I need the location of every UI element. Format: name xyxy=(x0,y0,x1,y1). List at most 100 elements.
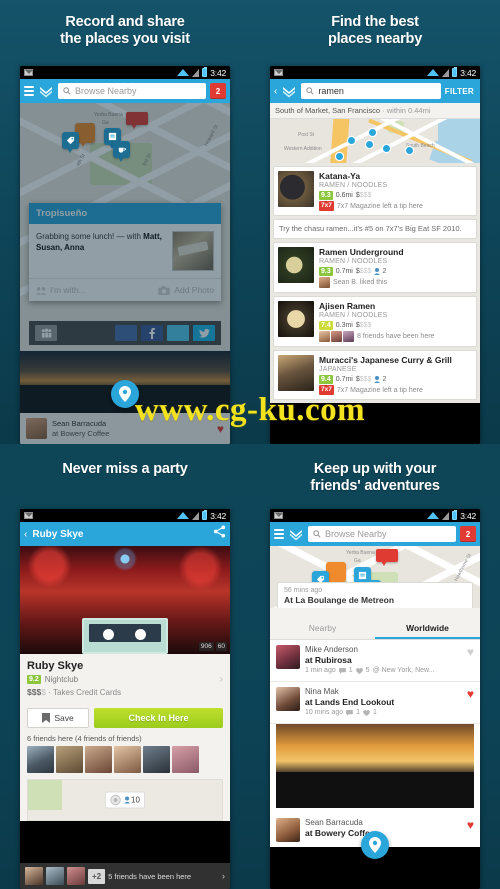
filter-button[interactable]: FILTER xyxy=(445,87,476,96)
result-dot[interactable] xyxy=(348,137,355,144)
search-icon xyxy=(313,530,321,538)
search-input[interactable]: Browse Nearby xyxy=(58,83,206,99)
venue-minimap[interactable]: 16 St Post St Union S 10 xyxy=(27,779,223,821)
back-icon[interactable]: ‹ xyxy=(24,529,27,540)
foursquare-logo[interactable] xyxy=(281,83,297,99)
map-view[interactable]: Yerba Buena Ga 4th St 3rd St Howard St T… xyxy=(20,103,230,444)
feed-venue: at Lands End Lookout xyxy=(305,697,395,707)
avatar xyxy=(56,746,83,773)
share-icon[interactable] xyxy=(213,525,226,543)
twitter-share-button[interactable] xyxy=(193,325,215,341)
checkin-fab[interactable] xyxy=(111,380,139,408)
search-input[interactable]: Browse Nearby xyxy=(308,526,456,542)
heart-icon[interactable]: ♥ xyxy=(217,422,224,436)
venue-card-ajisen-ramen[interactable]: Ajisen Ramen RAMEN / NOODLES 7.4 0.3mi $… xyxy=(273,296,477,347)
checkin-fab[interactable] xyxy=(361,831,389,859)
feed-photo-wrap xyxy=(270,724,480,813)
facebook-share-button[interactable] xyxy=(141,325,163,341)
heart-icon xyxy=(363,710,370,716)
venue-meta-row: 9.2 Nightclub › xyxy=(27,674,223,685)
battery-icon xyxy=(452,67,458,77)
status-right: 3:42 xyxy=(427,510,476,521)
avatar xyxy=(85,746,112,773)
venue-distance: 0.7mi xyxy=(335,268,353,275)
result-dot[interactable] xyxy=(336,153,343,160)
person-icon xyxy=(124,796,131,804)
feed-item-mike-anderson[interactable]: Mike Anderson at Rubirosa 1 min ago 1 5 … xyxy=(270,640,480,682)
result-dot[interactable] xyxy=(366,141,373,148)
tag-pin[interactable] xyxy=(62,132,79,153)
result-dot[interactable] xyxy=(406,147,413,154)
venue-category: Nightclub xyxy=(44,675,79,684)
tab-nearby[interactable]: Nearby xyxy=(270,618,375,639)
panel-record-and-share: Record and share the places you visit 3:… xyxy=(0,0,250,444)
tab-worldwide[interactable]: Worldwide xyxy=(375,618,480,639)
venue-category: RAMEN / NOODLES xyxy=(319,258,388,265)
wifi-icon xyxy=(177,512,190,519)
search-input[interactable]: ramen xyxy=(301,83,441,99)
headline-line-1: Record and share xyxy=(65,14,185,30)
red-pin[interactable] xyxy=(126,112,148,129)
activity-feed: Mike Anderson at Rubirosa 1 min ago 1 5 … xyxy=(270,640,480,847)
avatar xyxy=(25,867,43,885)
venue-distance: 0.6mi xyxy=(335,192,353,199)
menu-icon[interactable] xyxy=(274,529,284,539)
map-header[interactable]: Yerba Buena Ga 4th St 3rd St Hawthorne S… xyxy=(270,546,480,608)
checkin-photo[interactable] xyxy=(172,231,214,271)
action-bar: Browse Nearby 2 xyxy=(20,79,230,103)
coffee-pin[interactable] xyxy=(113,141,130,162)
phone-screenshot-1: 3:42 Browse Nearby 2 Yerba Buena Ga 4th … xyxy=(20,66,230,444)
venue-card-katana-ya[interactable]: Katana-Ya RAMEN / NOODLES 9.3 0.6mi $$$$… xyxy=(273,166,477,216)
feed-row[interactable]: Sean Barracuda at Bowery Coffee ♥ xyxy=(20,413,230,444)
orange-pin[interactable] xyxy=(326,562,346,586)
foursquare-logo[interactable] xyxy=(288,526,304,542)
headline-line-2: places nearby xyxy=(327,31,423,47)
friend-avatar-strip[interactable] xyxy=(20,746,230,779)
tip-box[interactable]: Try the chasu ramen...it's #5 on 7x7's B… xyxy=(273,219,477,239)
add-photo-button[interactable]: Add Photo xyxy=(158,285,214,295)
heart-icon[interactable]: ♥ xyxy=(467,818,474,832)
venue-card-ramen-underground[interactable]: Ramen Underground RAMEN / NOODLES 9.3 0.… xyxy=(273,242,477,293)
back-icon[interactable]: ‹ xyxy=(274,86,277,97)
twitter-toggle[interactable] xyxy=(167,325,189,341)
friends-been-here-bar[interactable]: +2 5 friends have been here › xyxy=(20,863,230,889)
venue-card-muraccis[interactable]: Muracci's Japanese Curry & Grill JAPANES… xyxy=(273,350,477,400)
result-dot[interactable] xyxy=(369,129,376,136)
notification-badge[interactable]: 2 xyxy=(210,83,226,99)
venue-thumbnail xyxy=(278,171,314,207)
menu-icon[interactable] xyxy=(24,86,34,96)
im-with-input[interactable]: I'm with... xyxy=(50,285,86,295)
venue-info: Muracci's Japanese Curry & Grill JAPANES… xyxy=(319,355,472,395)
map-label: Yerba Buena xyxy=(94,112,123,118)
chevron-right-icon[interactable]: › xyxy=(222,871,225,881)
feed-photo[interactable] xyxy=(276,724,474,808)
comment-icon xyxy=(346,710,354,716)
feed-venue: at Bowery Coffee xyxy=(52,428,110,438)
results-map[interactable]: Post St Western Addition South Beach xyxy=(270,119,480,163)
share-row xyxy=(29,321,221,345)
facebook-toggle[interactable] xyxy=(115,325,137,341)
checkin-card: Tropisueño Grabbing some lunch! — with M… xyxy=(29,203,221,301)
notification-badge[interactable]: 2 xyxy=(460,526,476,542)
friends-share-button[interactable] xyxy=(35,325,57,341)
save-button[interactable]: Save xyxy=(27,708,89,728)
panel-find-the-best: Find the best places nearby 3:42 ‹ ramen… xyxy=(250,0,500,444)
foursquare-logo[interactable] xyxy=(38,83,54,99)
headline-line-2: the places you visit xyxy=(60,31,190,47)
red-pin[interactable] xyxy=(376,549,398,566)
venue-hero-photo[interactable]: 906 60 xyxy=(20,546,230,654)
heart-icon[interactable]: ♥ xyxy=(467,645,474,659)
result-dot[interactable] xyxy=(383,145,390,152)
chevron-right-icon[interactable]: › xyxy=(220,674,223,685)
check-in-here-button[interactable]: Check In Here xyxy=(94,708,223,728)
venue-stats: 9.4 0.7mi $$$$ 2 xyxy=(319,375,472,384)
venue-category: JAPANESE xyxy=(319,366,357,373)
venue-score: 9.4 xyxy=(319,375,333,384)
map-label: 16 St xyxy=(28,820,222,821)
heart-icon[interactable]: ♥ xyxy=(467,687,474,701)
feed-item-nina-mak[interactable]: Nina Mak at Lands End Lookout 10 mins ag… xyxy=(270,682,480,724)
clock-label: 3:42 xyxy=(460,67,476,78)
feed-time: 1 min ago xyxy=(305,667,336,674)
dj-knob xyxy=(135,629,146,640)
venue-map-chip[interactable]: 10 xyxy=(105,791,145,809)
